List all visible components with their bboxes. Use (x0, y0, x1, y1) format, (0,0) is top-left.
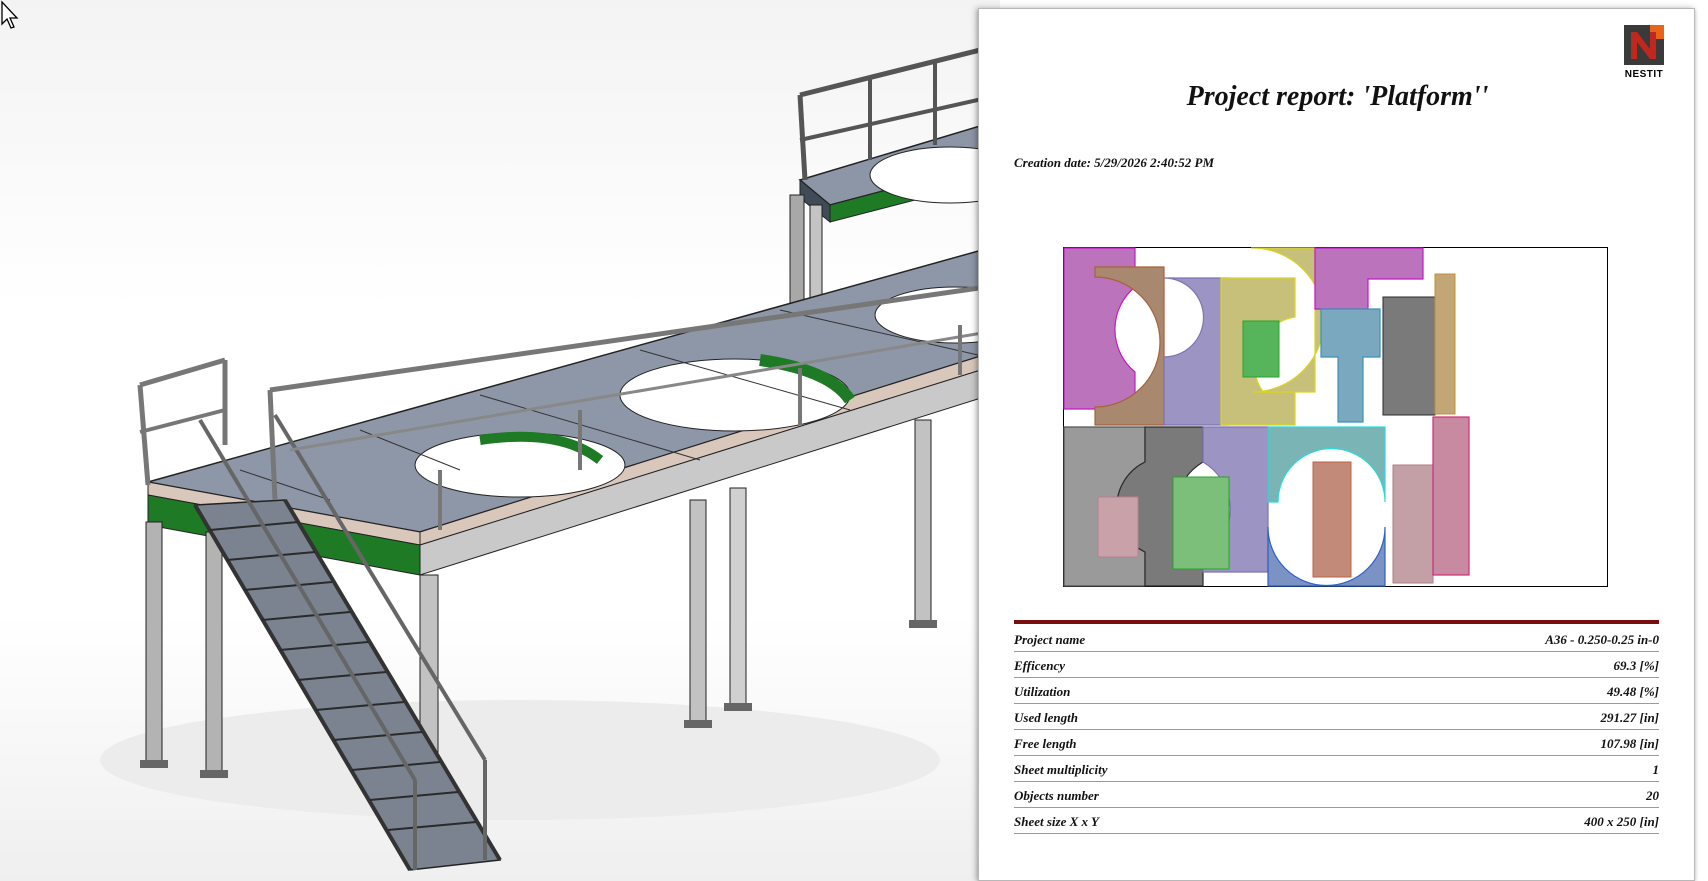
nestit-logo: NESTIT (1619, 25, 1669, 87)
stat-row-objects-number: Objects number 20 (1014, 782, 1659, 808)
report-stats-table: Project name A36 - 0.250-0.25 in-0 Effic… (1014, 626, 1659, 834)
stat-value: 69.3 [%] (1613, 658, 1660, 673)
report-title: Project report: 'Platform'' (1186, 81, 1489, 112)
stat-label: Efficency (1014, 658, 1066, 673)
part-17 (1172, 476, 1230, 570)
stat-label: Objects number (1014, 788, 1099, 803)
stat-label: Used length (1014, 710, 1078, 725)
stat-row-used-length: Used length 291.27 [in] (1014, 704, 1659, 730)
stat-row-efficency: Efficency 69.3 [%] (1014, 652, 1659, 678)
stat-row-sheet-size: Sheet size X x Y 400 x 250 [in] (1014, 808, 1659, 834)
nesting-layout-preview (1063, 247, 1608, 587)
stat-row-project-name: Project name A36 - 0.250-0.25 in-0 (1014, 626, 1659, 652)
stat-row-utilization: Utilization 49.48 [%] (1014, 678, 1659, 704)
stat-label: Free length (1014, 736, 1077, 751)
stat-value: 291.27 [in] (1600, 710, 1660, 725)
stat-value: 400 x 250 [in] (1584, 814, 1659, 829)
stat-value: A36 - 0.250-0.25 in-0 (1545, 632, 1659, 647)
creation-date: Creation date: 5/29/2026 2:40:52 PM (1014, 155, 1215, 170)
cad-3d-viewport[interactable] (0, 0, 1000, 881)
part-10 (1434, 273, 1456, 415)
part-20 (1432, 416, 1470, 576)
part-9 (1382, 296, 1436, 416)
mouse-cursor-icon (1, 0, 19, 29)
nestit-logo-icon (1624, 25, 1664, 65)
report-divider (1014, 620, 1659, 624)
part-6 (1242, 320, 1280, 378)
project-report-panel: NESTIT Project report: 'Platform'' Creat… (978, 8, 1695, 881)
part-18 (1312, 461, 1352, 578)
stat-value: 20 (1646, 788, 1659, 803)
stat-row-free-length: Free length 107.98 [in] (1014, 730, 1659, 756)
stat-label: Sheet size X x Y (1014, 814, 1099, 829)
part-13 (1097, 496, 1139, 558)
part-19 (1392, 464, 1434, 584)
stat-value: 107.98 [in] (1600, 736, 1660, 751)
stat-value: 49.48 [%] (1607, 684, 1659, 699)
stat-row-sheet-multiplicity: Sheet multiplicity 1 (1014, 756, 1659, 782)
stat-value: 1 (1652, 762, 1660, 777)
platform-3d-model (100, 42, 1000, 872)
stat-label: Utilization (1014, 684, 1071, 699)
stat-label: Sheet multiplicity (1014, 762, 1108, 777)
logo-wordmark: NESTIT (1624, 69, 1664, 80)
stat-label: Project name (1014, 632, 1086, 647)
